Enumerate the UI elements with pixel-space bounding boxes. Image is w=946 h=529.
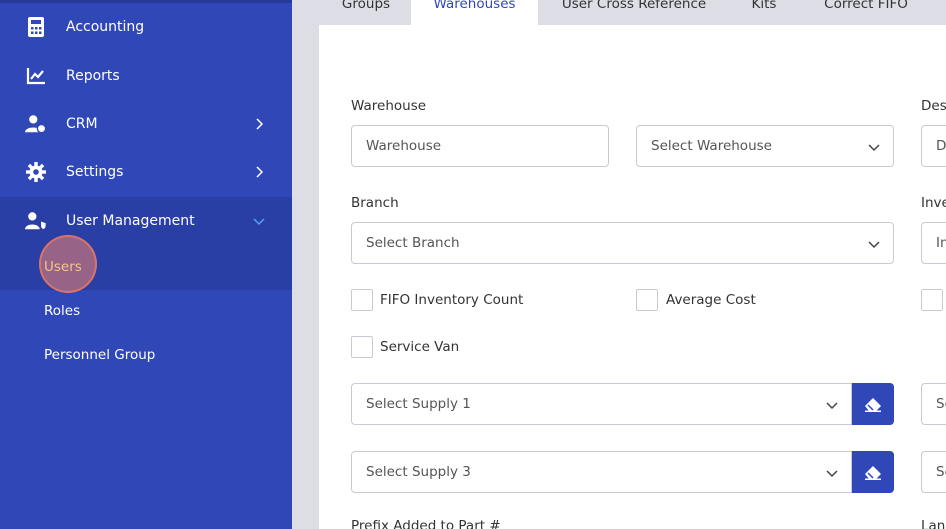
tab-bar: Groups Warehouses User Cross Reference K… <box>292 0 946 25</box>
select-warehouse-text: Select Warehouse <box>651 138 772 154</box>
supply-4-text: Se <box>936 464 946 480</box>
chevron-down-icon <box>826 402 838 410</box>
description-label: Des <box>921 98 946 114</box>
tab-correct-fifo[interactable]: Correct FIFO <box>810 0 922 25</box>
chart-line-icon <box>25 65 47 87</box>
gear-icon <box>25 161 47 183</box>
sidebar-item-accounting[interactable]: Accounting <box>0 3 292 51</box>
chevron-down-icon <box>253 218 265 226</box>
select-supply-3-text: Select Supply 3 <box>366 464 471 480</box>
tab-groups[interactable]: Groups <box>326 0 406 25</box>
chevron-down-icon <box>868 241 880 249</box>
supply-2-dropdown[interactable]: Se <box>921 383 946 425</box>
sidebar-item-label: CRM <box>66 116 98 132</box>
fifo-inventory-count-checkbox[interactable] <box>351 289 373 311</box>
calculator-icon <box>25 16 47 38</box>
sidebar: Accounting Reports CRM Settings User Man… <box>0 0 292 529</box>
select-branch-text: Select Branch <box>366 235 460 251</box>
description-value: D <box>936 138 946 154</box>
warehouse-placeholder: Warehouse <box>366 138 442 154</box>
sidebar-item-label: Settings <box>66 164 124 180</box>
chevron-down-icon <box>868 144 880 152</box>
select-branch-dropdown[interactable]: Select Branch <box>351 222 894 264</box>
service-van-label: Service Van <box>380 339 460 355</box>
select-supply-1-text: Select Supply 1 <box>366 396 471 412</box>
chevron-right-icon <box>256 118 264 130</box>
average-cost-checkbox[interactable] <box>636 289 658 311</box>
tab-kits[interactable]: Kits <box>738 0 790 25</box>
warehouse-input[interactable]: Warehouse <box>351 125 609 167</box>
sidebar-item-user-management[interactable]: User Management <box>0 197 292 245</box>
sidebar-item-reports[interactable]: Reports <box>0 52 292 100</box>
prefix-label: Prefix Added to Part # <box>351 518 501 529</box>
select-supply-3-dropdown[interactable]: Select Supply 3 <box>351 451 852 493</box>
sidebar-subitem-users[interactable]: Users <box>44 259 82 275</box>
lan-label: Lan <box>921 518 946 529</box>
inventory-value: In <box>936 235 946 251</box>
sidebar-item-label: Accounting <box>66 19 145 35</box>
third-checkbox[interactable] <box>921 289 943 311</box>
user-contact-icon <box>25 113 47 135</box>
warehouse-label: Warehouse <box>351 98 427 114</box>
tab-user-cross-reference[interactable]: User Cross Reference <box>550 0 718 25</box>
sidebar-item-crm[interactable]: CRM <box>0 100 292 148</box>
supply-2-text: Se <box>936 396 946 412</box>
sidebar-item-label: Reports <box>66 68 120 84</box>
user-shield-icon <box>25 210 47 232</box>
inventory-input[interactable]: In <box>921 222 946 264</box>
eraser-icon <box>865 398 881 412</box>
select-warehouse-dropdown[interactable]: Select Warehouse <box>636 125 894 167</box>
eraser-icon <box>865 466 881 480</box>
average-cost-label: Average Cost <box>666 292 756 308</box>
sidebar-item-settings[interactable]: Settings <box>0 148 292 196</box>
chevron-right-icon <box>256 166 264 178</box>
chevron-down-icon <box>826 470 838 478</box>
service-van-checkbox[interactable] <box>351 336 373 358</box>
select-supply-1-dropdown[interactable]: Select Supply 1 <box>351 383 852 425</box>
tab-warehouses[interactable]: Warehouses <box>411 0 538 25</box>
sidebar-subitem-roles[interactable]: Roles <box>44 303 80 319</box>
supply-4-dropdown[interactable]: Se <box>921 451 946 493</box>
clear-supply-1-button[interactable] <box>852 383 894 425</box>
branch-label: Branch <box>351 195 399 211</box>
clear-supply-3-button[interactable] <box>852 451 894 493</box>
sidebar-item-label: User Management <box>66 213 195 229</box>
sidebar-subitem-personnel-group[interactable]: Personnel Group <box>44 347 155 363</box>
fifo-inventory-count-label: FIFO Inventory Count <box>380 292 524 308</box>
description-input[interactable]: D <box>921 125 946 167</box>
inventory-label: Inve <box>921 195 946 211</box>
